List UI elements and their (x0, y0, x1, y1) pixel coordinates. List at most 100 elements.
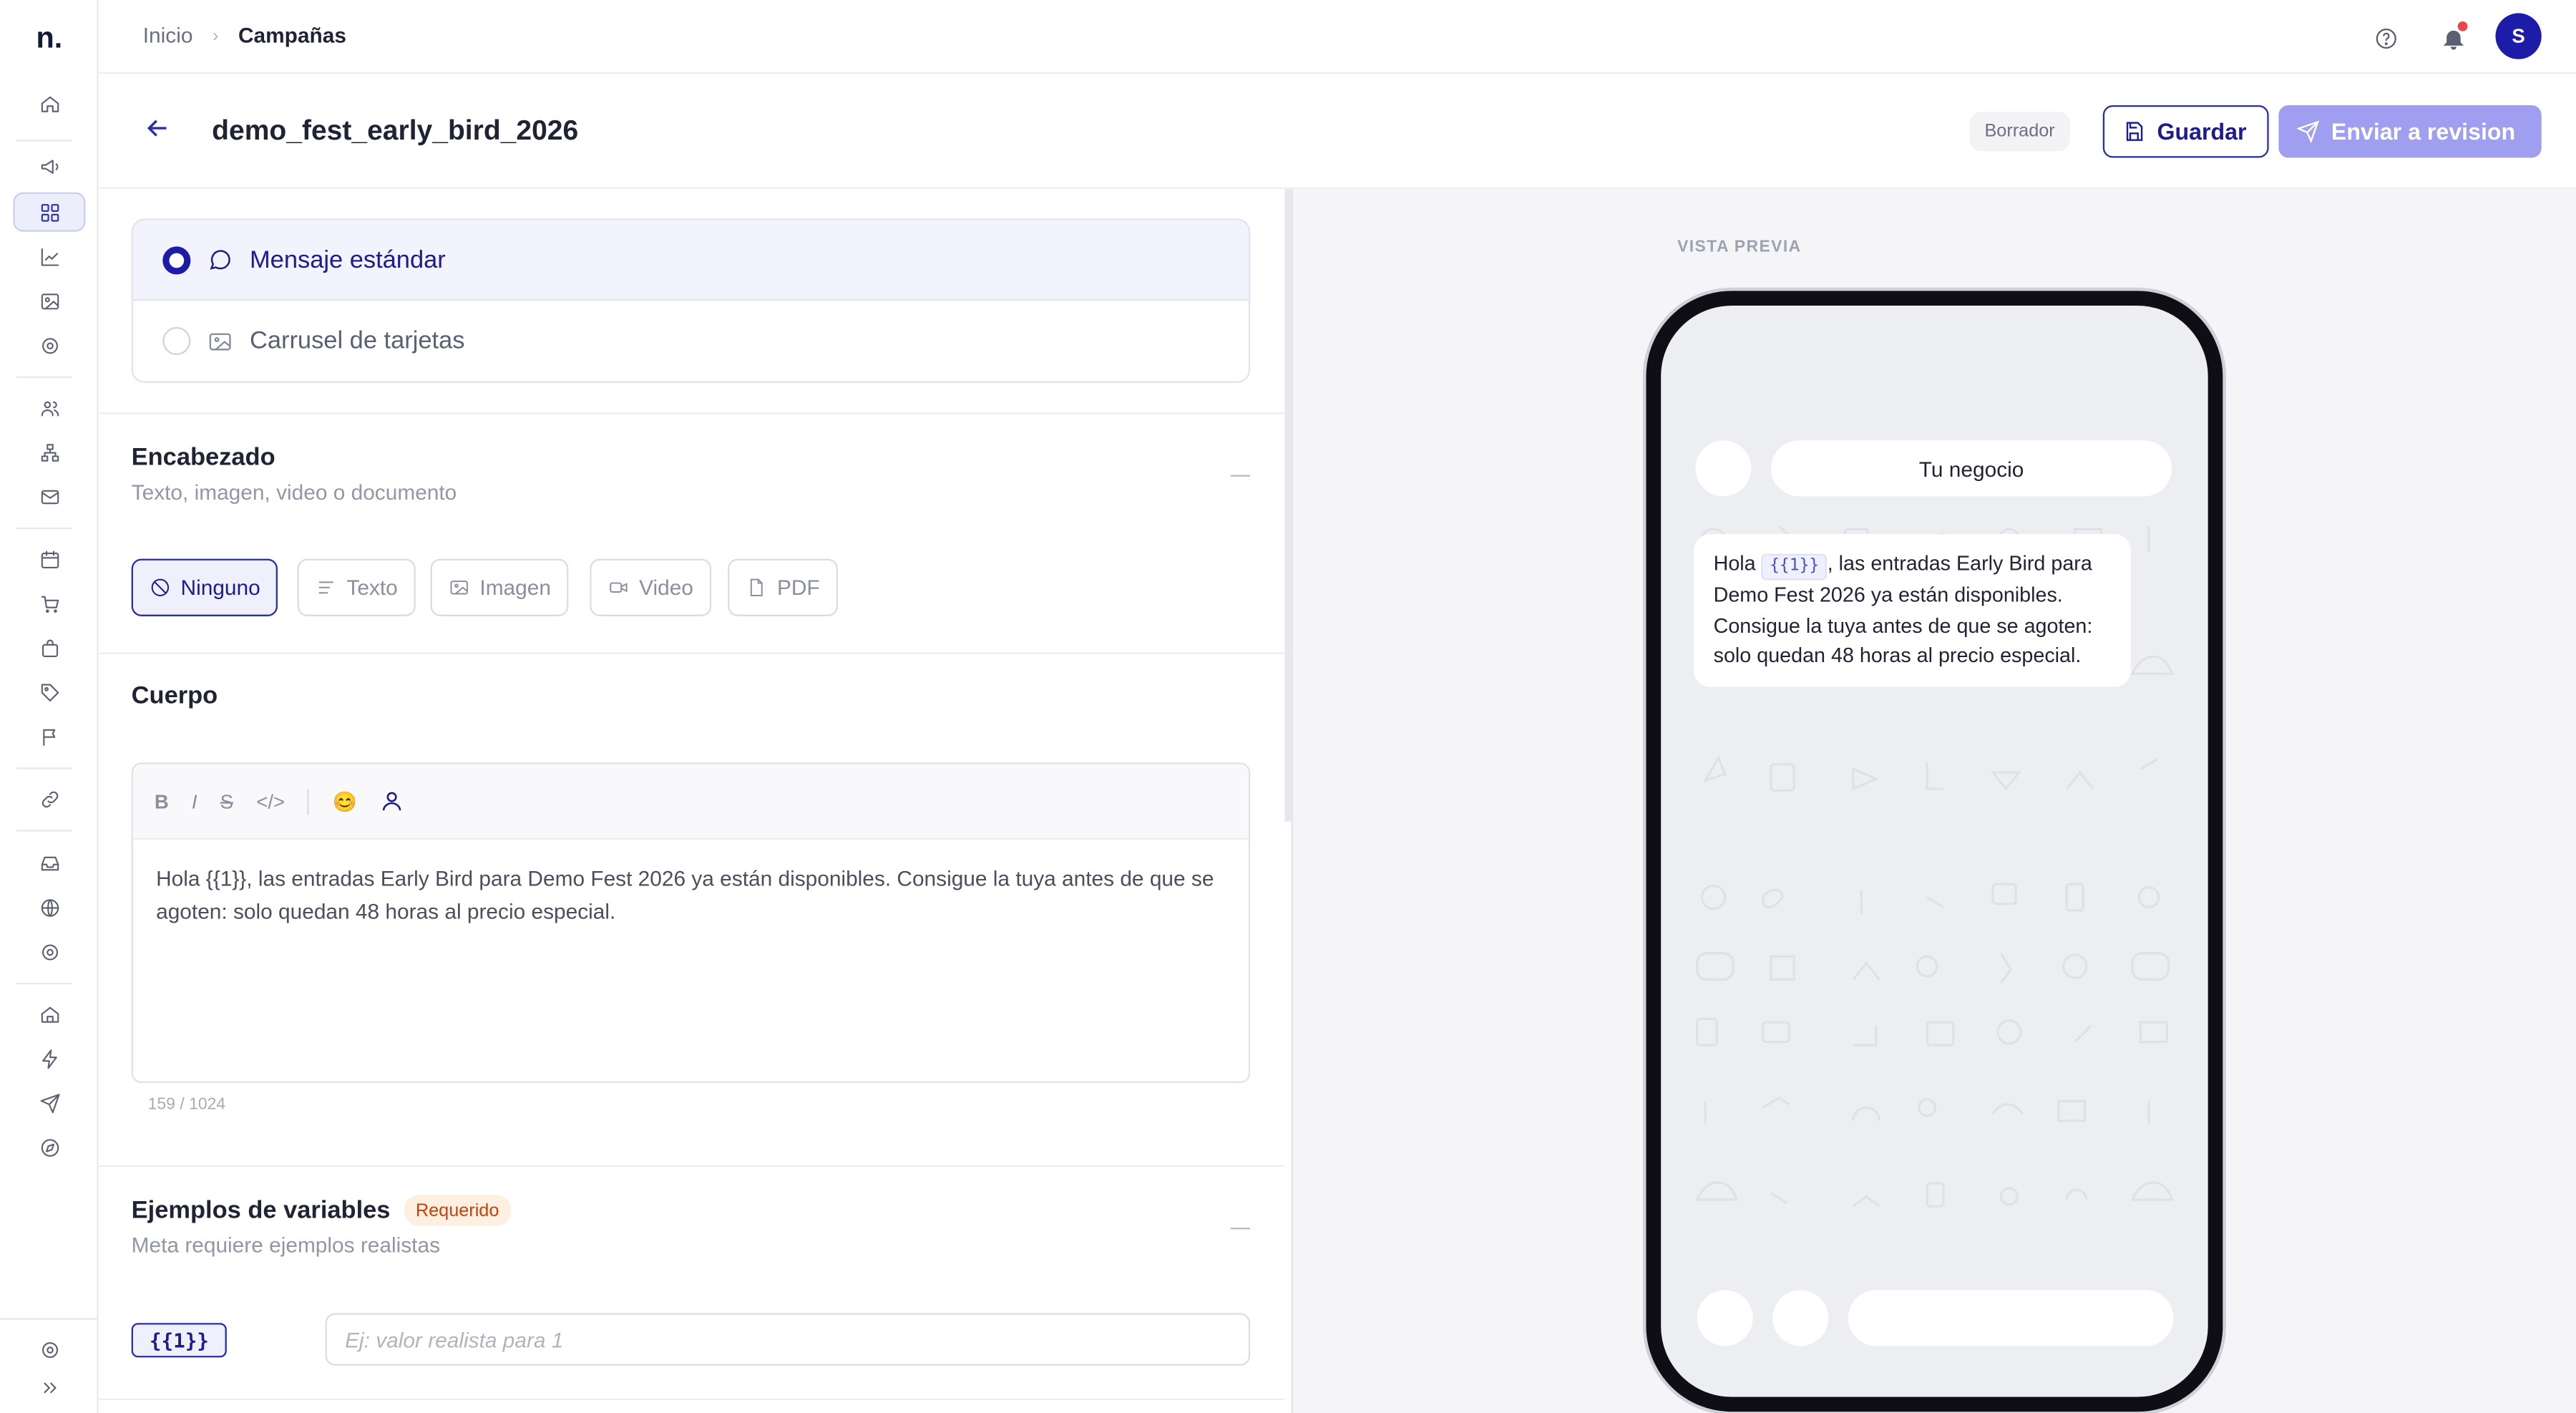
tag-icon[interactable] (13, 672, 85, 712)
collapse-icon[interactable] (1230, 475, 1251, 477)
inbox-icon[interactable] (13, 843, 85, 883)
collapse-icon[interactable] (1230, 1228, 1251, 1230)
user-variable-icon[interactable] (380, 789, 404, 813)
building-icon[interactable] (13, 994, 85, 1034)
compass-icon[interactable] (13, 1127, 85, 1167)
sitemap-icon[interactable] (13, 432, 85, 472)
chip-video[interactable]: Video (590, 558, 712, 616)
notification-dot (2457, 21, 2468, 31)
cuerpo-title: Cuerpo (131, 681, 218, 710)
bell-icon[interactable] (2435, 20, 2472, 57)
editor-toolbar: B I S </> 😊 (132, 764, 1249, 840)
sidebar: n. (0, 0, 99, 1413)
variable-example-input[interactable]: Ej: valor realista para 1 (325, 1313, 1251, 1366)
chip-ninguno[interactable]: Ninguno (131, 558, 279, 616)
section-divider (98, 1398, 1285, 1401)
save-icon (2126, 122, 2143, 141)
flag-icon[interactable] (13, 717, 85, 756)
back-arrow-icon[interactable] (143, 113, 180, 150)
topbar: Inicio › Campañas S (98, 0, 2576, 74)
mail-icon[interactable] (13, 477, 85, 516)
bag-icon[interactable] (13, 628, 85, 667)
encabezado-title: Encabezado (131, 443, 275, 472)
cart-icon[interactable] (13, 583, 85, 623)
toolbar-divider (308, 787, 310, 815)
video-icon (610, 582, 628, 593)
link-icon[interactable] (13, 779, 85, 818)
help-icon[interactable] (2367, 20, 2404, 57)
radio-selected[interactable] (162, 246, 191, 274)
save-button[interactable]: Guardar (2102, 105, 2269, 158)
radio-unselected[interactable] (162, 326, 191, 355)
ban-icon (151, 578, 170, 596)
users-icon[interactable] (13, 388, 85, 427)
scrollbar[interactable] (1284, 189, 1292, 822)
settings-bottom-icon[interactable] (13, 1329, 85, 1369)
message-input-pill (1848, 1290, 2174, 1346)
preview-panel: VISTA PREVIA Tu negocio Hola {{1}} , las… (1291, 189, 2576, 1413)
chip-imagen[interactable]: Imagen (430, 558, 570, 616)
body-textarea[interactable]: Hola {{1}}, las entradas Early Bird para… (133, 840, 1249, 951)
image-icon (450, 581, 468, 595)
variables-title: Ejemplos de variables (131, 1196, 391, 1225)
globe-icon[interactable] (13, 888, 85, 927)
cuerpo-section (98, 652, 1285, 654)
expand-icon[interactable] (13, 1367, 85, 1407)
title-bar: demo_fest_early_bird_2026 Borrador Guard… (98, 74, 2576, 190)
send-icon (2296, 120, 2320, 143)
italic-button[interactable]: I (192, 790, 197, 812)
char-counter: 159 / 1024 (147, 1096, 226, 1115)
divider (16, 527, 73, 530)
business-name: Tu negocio (1770, 440, 2172, 497)
divider (0, 1318, 99, 1320)
page-title: demo_fest_early_bird_2026 (212, 115, 579, 147)
body-editor[interactable]: B I S </> 😊 Hola {{1}}, las entradas Ear… (131, 762, 1251, 1083)
phone-screen: Tu negocio Hola {{1}}, las entradas Earl… (1667, 312, 2202, 1391)
chat-bubble-icon (210, 250, 230, 270)
chip-pdf[interactable]: PDF (728, 558, 838, 616)
megaphone-icon[interactable] (13, 146, 85, 185)
file-icon (750, 578, 763, 596)
emoji-button[interactable]: 😊 (333, 790, 357, 812)
status-badge: Borrador (1969, 112, 2070, 152)
breadcrumb-current: Campañas (238, 23, 346, 48)
message-bubble: Hola {{1}}, las entradas Early Bird para… (1694, 534, 2131, 686)
business-avatar (1695, 440, 1752, 497)
required-badge: Requerido (404, 1195, 511, 1226)
variables-subtitle: Meta requiere ejemplos realistas (131, 1232, 441, 1258)
code-button[interactable]: </> (256, 790, 285, 812)
home-icon[interactable] (13, 84, 85, 123)
logo[interactable]: n. (36, 21, 63, 56)
variables-section (98, 1165, 1285, 1167)
chat-input-bar (1681, 1262, 2177, 1377)
attach-circle (1772, 1290, 1829, 1346)
divider (16, 376, 73, 379)
strike-button[interactable]: S (220, 790, 233, 812)
divider (16, 767, 73, 769)
chevron-right-icon: › (212, 25, 219, 46)
bolt-icon[interactable] (13, 1039, 85, 1078)
avatar[interactable]: S (2495, 13, 2542, 59)
preview-label: VISTA PREVIA (1677, 238, 1802, 257)
breadcrumb-home[interactable]: Inicio (143, 23, 193, 47)
divider (16, 140, 73, 142)
calendar-icon[interactable] (13, 539, 85, 578)
chip-texto[interactable]: Texto (297, 558, 416, 616)
chart-icon[interactable] (13, 237, 85, 276)
grid-icon[interactable] (13, 192, 86, 232)
gear-icon[interactable] (13, 932, 85, 971)
editor-panel: Mensaje estándar Carrusel de tarjetas En… (98, 189, 1285, 1413)
option-mensaje-estandar[interactable]: Mensaje estándar (131, 218, 1251, 301)
send-review-button[interactable]: Enviar a revision (2278, 105, 2542, 158)
breadcrumb: Inicio › Campañas (143, 23, 346, 47)
image-icon[interactable] (13, 281, 85, 321)
settings-icon[interactable] (13, 326, 85, 365)
option-carrusel[interactable]: Carrusel de tarjetas (131, 301, 1251, 383)
send-icon[interactable] (13, 1083, 85, 1122)
divider (16, 830, 73, 832)
text-icon (318, 581, 333, 594)
encabezado-section (98, 412, 1285, 652)
bold-button[interactable]: B (155, 790, 169, 812)
emoji-circle (1697, 1290, 1753, 1346)
chat-header: Tu negocio (1681, 424, 2177, 506)
